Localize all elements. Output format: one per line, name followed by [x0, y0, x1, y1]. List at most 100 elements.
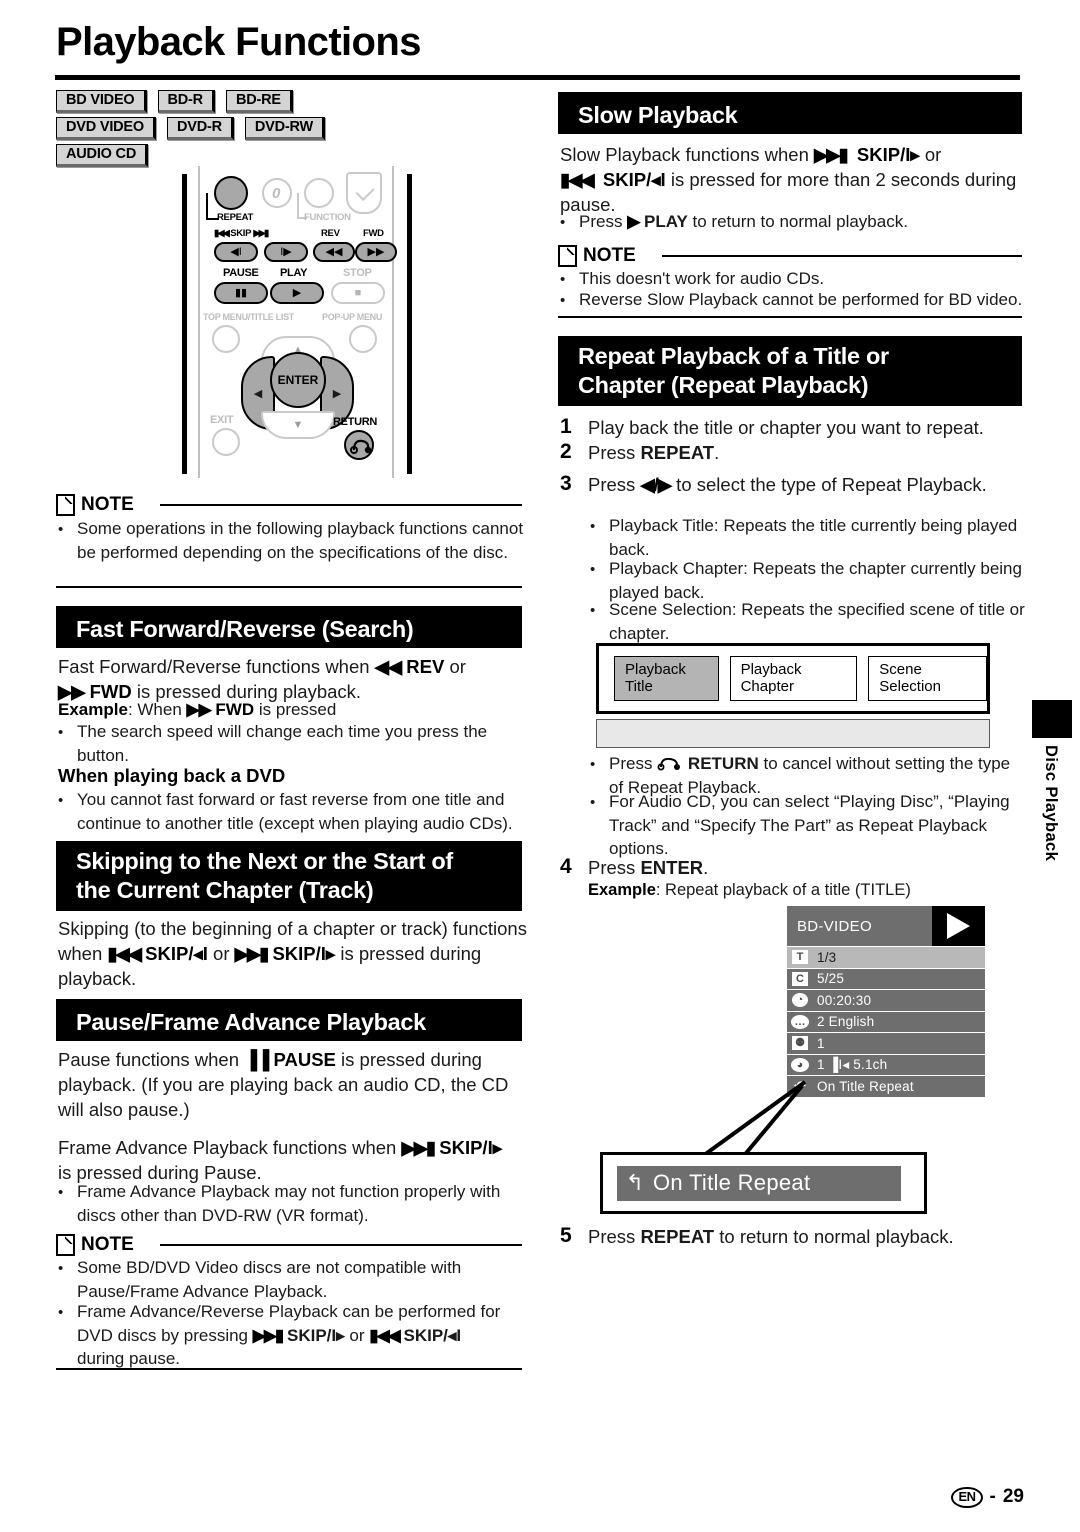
step-number-1: 1: [560, 415, 572, 438]
section-header-fast-forward: Fast Forward/Reverse (Search): [56, 606, 522, 648]
repeat-icon: ↰: [625, 1170, 645, 1195]
return-arrow-icon: [350, 439, 372, 454]
osd-row-time: ◔ 00:20:30: [787, 989, 985, 1011]
repeat-option-bullet-3: Scene Selection: Repeats the specified s…: [590, 598, 1026, 645]
page-footer: EN - 29: [951, 1486, 1024, 1508]
rev-glyph-icon: [375, 656, 401, 677]
skipping-paragraph: Skipping (to the beginning of a chapter …: [58, 916, 528, 991]
osd-time-value: 00:20:30: [817, 992, 872, 1008]
remote-play-button: ▶: [270, 282, 324, 304]
remote-label-zero: 0: [272, 185, 281, 202]
repeat-audiocd-bullet: For Audio CD, you can select “Playing Di…: [590, 790, 1028, 860]
remote-label-return: RETURN: [333, 416, 378, 428]
remote-channel-button: [346, 172, 382, 214]
section-header-pause-frame: Pause/Frame Advance Playback: [56, 999, 522, 1041]
document-icon: [558, 245, 577, 267]
remote-label-pause: PAUSE: [223, 267, 259, 279]
remote-label-function: FUNCTION: [304, 212, 351, 223]
remote-enter-button: ENTER: [270, 352, 326, 408]
note2-bullet-2: Frame Advance/Reverse Playback can be pe…: [58, 1300, 530, 1370]
fast-forward-paragraph: Fast Forward/Reverse functions when REV …: [58, 654, 528, 704]
play-glyph-icon: [627, 212, 639, 231]
section-header-repeat-playback: Repeat Playback of a Title or Chapter (Re…: [558, 336, 1022, 406]
remote-label-top-menu: TOP MENU/TITLE LIST: [203, 312, 294, 322]
fwd-glyph-icon: [187, 700, 211, 719]
title-divider: [55, 75, 1020, 80]
callout-leader-lines: [698, 1080, 807, 1160]
remote-right-edge: [407, 174, 412, 474]
remote-exit-button: [212, 428, 240, 456]
step-text-4: Press ENTER.: [588, 857, 709, 878]
remote-label-popup-menu: POP-UP MENU: [322, 312, 383, 322]
footer-dash: -: [989, 1486, 996, 1507]
angle-icon: ⚉: [787, 1036, 813, 1051]
remote-left-edge: [182, 174, 187, 474]
chapter-icon: C: [787, 971, 813, 986]
osd-title-value: 1/3: [817, 949, 837, 965]
remote-top-menu-button: [212, 325, 240, 353]
skip-next-glyph-icon: [235, 943, 268, 964]
pause-glyph-icon: [244, 1049, 268, 1070]
repeat-options-selector: Playback Title Playback Chapter Scene Se…: [596, 643, 990, 714]
frame-advance-bullet: Frame Advance Playback may not function …: [58, 1180, 524, 1227]
repeat-options-blank-bar: [596, 719, 990, 748]
slow-playback-bullet: Press PLAY to return to normal playback.: [560, 210, 1026, 234]
note-heading: NOTE: [558, 245, 636, 267]
disc-badge-row: DVD VIDEO DVD-R DVD-RW: [56, 117, 526, 140]
document-icon: [56, 1234, 75, 1256]
manual-page: Playback Functions BD VIDEO BD-R BD-RE D…: [0, 0, 1080, 1532]
step-number-2: 2: [560, 440, 572, 463]
step-text-3: Press ◀/▶ to select the type of Repeat P…: [588, 474, 987, 495]
step-number-5: 5: [560, 1224, 572, 1247]
remote-function-button: [304, 178, 334, 208]
skip-prev-glyph-icon: [107, 943, 140, 964]
disc-badge-row: AUDIO CD: [56, 144, 526, 167]
remote-label-stop: STOP: [343, 267, 372, 279]
callout-inner-bar: ↰ On Title Repeat: [617, 1165, 901, 1201]
remote-control-illustration: REPEAT 0 FUNCTION ▮◀◀ SKIP ▶▶▮ ◀I I▶ REV…: [182, 166, 412, 478]
repeat-option-scene-selection[interactable]: Scene Selection: [868, 656, 988, 701]
remote-popup-menu-button: [349, 325, 377, 353]
remote-label-skip: ▮◀◀ SKIP ▶▶▮: [214, 228, 269, 239]
note-heading: NOTE: [56, 1234, 134, 1256]
repeat-option-playback-title[interactable]: Playback Title: [614, 656, 719, 701]
osd-play-status-icon: [932, 906, 985, 946]
osd-disc-type-label: BD-VIDEO: [797, 917, 872, 935]
page-title: Playback Functions: [56, 20, 421, 64]
disc-badge-dvd-rw: DVD-RW: [244, 117, 326, 140]
osd-row-title: T 1/3: [787, 946, 985, 968]
remote-repeat-button: [214, 176, 248, 210]
note2-bottom-rule: [56, 1368, 522, 1370]
repeat-option-bullet-2: Playback Chapter: Repeats the chapter cu…: [590, 557, 1026, 604]
note1-bullet: Some operations in the following playbac…: [58, 517, 524, 564]
repeat-option-bullet-1: Playback Title: Repeats the title curren…: [590, 514, 1026, 561]
skip-next-glyph-icon: [253, 1326, 283, 1345]
disc-badge-bd-video: BD VIDEO: [56, 90, 147, 113]
step-text-5: Press REPEAT to return to normal playbac…: [588, 1226, 954, 1247]
disc-badge-audio-cd: AUDIO CD: [56, 144, 149, 167]
title-icon: T: [787, 950, 813, 965]
fast-forward-example: Example: When FWD is pressed: [58, 699, 528, 721]
disc-badge-group: BD VIDEO BD-R BD-RE DVD VIDEO DVD-R DVD-…: [56, 90, 526, 171]
step-number-4: 4: [560, 855, 572, 878]
subtitle-icon: …: [787, 1014, 813, 1029]
remote-fwd-button: ▶▶: [355, 242, 397, 262]
osd-subtitle-value: 2 English: [817, 1014, 875, 1030]
disc-badge-bd-re: BD-RE: [225, 90, 293, 113]
osd-row-subtitle: … 2 English: [787, 1010, 985, 1032]
repeat-option-playback-chapter[interactable]: Playback Chapter: [729, 656, 858, 701]
remote-dpad-down: ▼: [261, 411, 335, 439]
slow-note-bottom-rule: [558, 316, 1022, 318]
note-heading-rule: [160, 504, 522, 506]
remote-skip-prev-button: ◀I: [214, 242, 258, 262]
remote-pause-button: ▮▮: [214, 282, 268, 304]
footer-page-number: 29: [1002, 1486, 1024, 1507]
remote-label-exit: EXIT: [210, 414, 234, 426]
remote-return-button: [344, 430, 374, 460]
osd-title-row: BD-VIDEO: [787, 906, 985, 946]
skip-next-glyph-icon: [401, 1137, 434, 1158]
return-icon: [657, 756, 683, 771]
remote-label-repeat: REPEAT: [217, 212, 254, 223]
side-tab-marker: [1032, 700, 1072, 738]
note1-bottom-rule: [56, 586, 522, 588]
